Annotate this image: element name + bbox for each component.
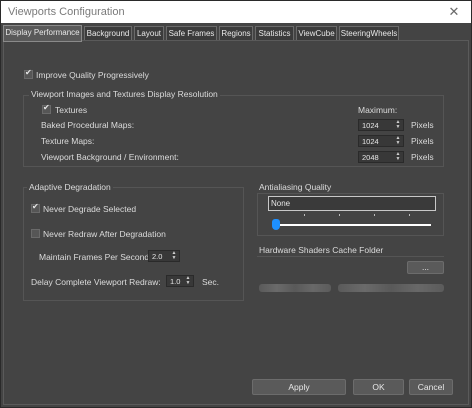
textures-checkbox[interactable] [42,103,51,114]
antialiasing-slider-handle[interactable] [272,219,280,230]
baked-procedural-maps-value: 1024 [362,121,379,130]
never-redraw-checkbox[interactable] [31,229,40,238]
window-title: Viewports Configuration [8,6,125,18]
delay-redraw-unit: Sec. [202,277,220,287]
delay-redraw-label: Delay Complete Viewport Redraw: [31,277,161,287]
tab-display-performance[interactable]: Display Performance [3,25,82,42]
maintain-fps-spinner[interactable]: 2.0 ▲ ▼ [148,250,180,262]
improve-quality-label: Improve Quality Progressively [36,70,149,80]
hw-cache-path-blurred [259,284,331,292]
baked-procedural-maps-spinner[interactable]: 1024 ▲ ▼ [358,119,404,131]
maximum-label: Maximum: [358,105,398,115]
viewport-background-unit: Pixels [411,152,434,162]
baked-procedural-maps-unit: Pixels [411,120,434,130]
hw-cache-title: Hardware Shaders Cache Folder [259,245,384,255]
hw-cache-path-blurred [338,284,444,292]
slider-tick [374,214,375,216]
never-degrade-checkbox[interactable] [31,202,40,213]
hw-cache-browse-button[interactable]: ... [407,261,444,274]
texture-maps-spinner[interactable]: 1024 ▲ ▼ [358,135,404,147]
slider-tick [339,214,340,216]
texture-maps-label: Texture Maps: [41,136,95,146]
spinner-arrows-icon[interactable]: ▲ ▼ [395,120,401,130]
spinner-arrows-icon[interactable]: ▲ ▼ [171,251,177,261]
baked-procedural-maps-label: Baked Procedural Maps: [41,120,135,130]
improve-quality-checkbox[interactable] [24,68,33,79]
delay-redraw-value: 1.0 [170,277,181,286]
antialiasing-title: Antialiasing Quality [259,182,332,192]
delay-redraw-spinner[interactable]: 1.0 ▲ ▼ [166,275,194,287]
spinner-arrows-icon[interactable]: ▲ ▼ [185,276,191,286]
tab-statistics[interactable]: Statistics [255,26,294,41]
viewport-background-spinner[interactable]: 2048 ▲ ▼ [358,151,404,163]
spinner-arrows-icon[interactable]: ▲ ▼ [395,136,401,146]
slider-tick [409,214,410,216]
never-degrade-label: Never Degrade Selected [43,204,137,214]
texture-maps-unit: Pixels [411,136,434,146]
ok-button[interactable]: OK [353,379,404,395]
tab-steeringwheels[interactable]: SteeringWheels [339,26,399,41]
tab-safe-frames[interactable]: Safe Frames [166,26,217,41]
textures-group-title: Viewport Images and Textures Display Res… [29,89,220,99]
textures-label: Textures [55,105,88,115]
tab-layout[interactable]: Layout [134,26,164,41]
maintain-fps-label: Maintain Frames Per Second: [39,252,152,262]
viewport-background-value: 2048 [362,153,379,162]
cancel-button[interactable]: Cancel [409,379,453,395]
apply-button[interactable]: Apply [252,379,346,395]
viewports-configuration-dialog: Viewports Configuration ✕ Display Perfor… [0,0,472,408]
antialiasing-quality-value: None [271,199,291,208]
close-icon[interactable]: ✕ [437,1,471,23]
antialiasing-quality-field[interactable]: None [268,196,436,211]
maintain-fps-value: 2.0 [152,252,163,261]
texture-maps-value: 1024 [362,137,379,146]
spinner-arrows-icon[interactable]: ▲ ▼ [395,152,401,162]
never-redraw-label: Never Redraw After Degradation [43,229,166,239]
tab-viewcube[interactable]: ViewCube [296,26,337,41]
adaptive-degradation-title: Adaptive Degradation [27,182,113,192]
antialiasing-slider-track[interactable] [273,224,431,226]
viewport-background-label: Viewport Background / Environment: [41,152,179,162]
tab-regions[interactable]: Regions [219,26,253,41]
slider-tick [304,214,305,216]
hw-cache-divider [257,256,444,257]
title-bar: Viewports Configuration ✕ [1,1,471,23]
tab-background[interactable]: Background [84,26,132,41]
